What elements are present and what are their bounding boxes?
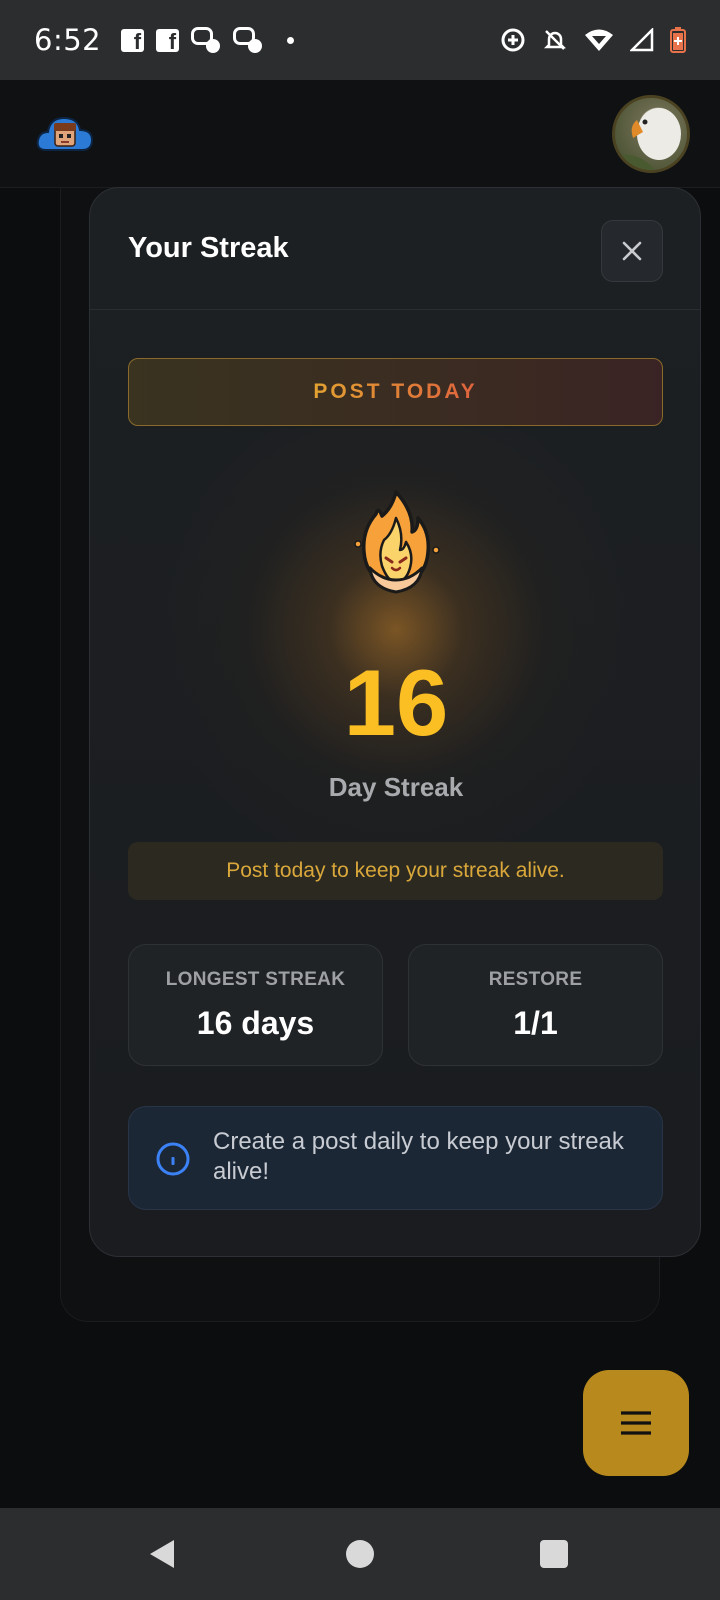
- post-today-label: POST TODAY: [313, 380, 478, 403]
- battery-icon: [670, 27, 686, 53]
- streak-hint-banner: Post today to keep your streak alive.: [128, 842, 663, 900]
- streak-hint-text: Post today to keep your streak alive.: [226, 859, 565, 882]
- status-time: 6:52: [34, 23, 102, 57]
- info-text: Create a post daily to keep your streak …: [213, 1128, 624, 1185]
- notification-dot: [287, 36, 295, 44]
- notification-icons: f f: [121, 27, 295, 53]
- streak-label: Day Streak: [328, 772, 464, 802]
- home-icon[interactable]: [346, 1540, 374, 1568]
- longest-streak-card: LONGEST STREAK 16 days: [128, 944, 383, 1066]
- menu-fab-button[interactable]: [583, 1370, 689, 1476]
- avatar[interactable]: [612, 95, 690, 173]
- status-bar: 6:52 f f: [0, 0, 720, 80]
- messenger-icon: [191, 27, 221, 53]
- facebook-icon: f: [121, 28, 145, 52]
- info-icon: [156, 1142, 190, 1176]
- streak-modal: Your Streak POST TODAY 16 Day Streak Pos…: [89, 187, 701, 1257]
- system-icons: [500, 27, 686, 53]
- modal-title: Your Streak: [128, 232, 289, 264]
- menu-icon: [621, 1411, 651, 1435]
- flame-icon: [354, 490, 440, 594]
- back-icon[interactable]: [148, 1538, 176, 1570]
- stat-value: 16 days: [196, 1005, 315, 1041]
- wifi-icon: [585, 29, 613, 51]
- app-header: [0, 80, 720, 188]
- cloud-character-logo[interactable]: [36, 110, 94, 154]
- stat-value: 1/1: [513, 1005, 558, 1041]
- recents-icon[interactable]: [540, 1540, 568, 1568]
- post-today-button[interactable]: POST TODAY: [128, 358, 663, 426]
- data-saver-icon: [501, 28, 525, 52]
- stat-label: RESTORE: [488, 969, 583, 990]
- restore-card[interactable]: RESTORE 1/1: [408, 944, 663, 1066]
- close-button[interactable]: [601, 220, 663, 282]
- do-not-disturb-icon: [543, 30, 567, 50]
- facebook-icon: f: [156, 28, 180, 52]
- screen: 6:52 f f Your Streak POST TODAY 16 Day S…: [0, 0, 720, 1600]
- messenger-icon: [233, 27, 263, 53]
- goose-avatar: [615, 108, 681, 170]
- streak-count: 16: [343, 650, 449, 755]
- system-nav-bar: [0, 1508, 720, 1600]
- info-banner: Create a post daily to keep your streak …: [128, 1106, 663, 1210]
- close-icon: [622, 241, 642, 261]
- stat-label: LONGEST STREAK: [165, 969, 346, 990]
- modal-header: Your Streak: [90, 188, 700, 310]
- cell-signal-icon: [630, 28, 654, 52]
